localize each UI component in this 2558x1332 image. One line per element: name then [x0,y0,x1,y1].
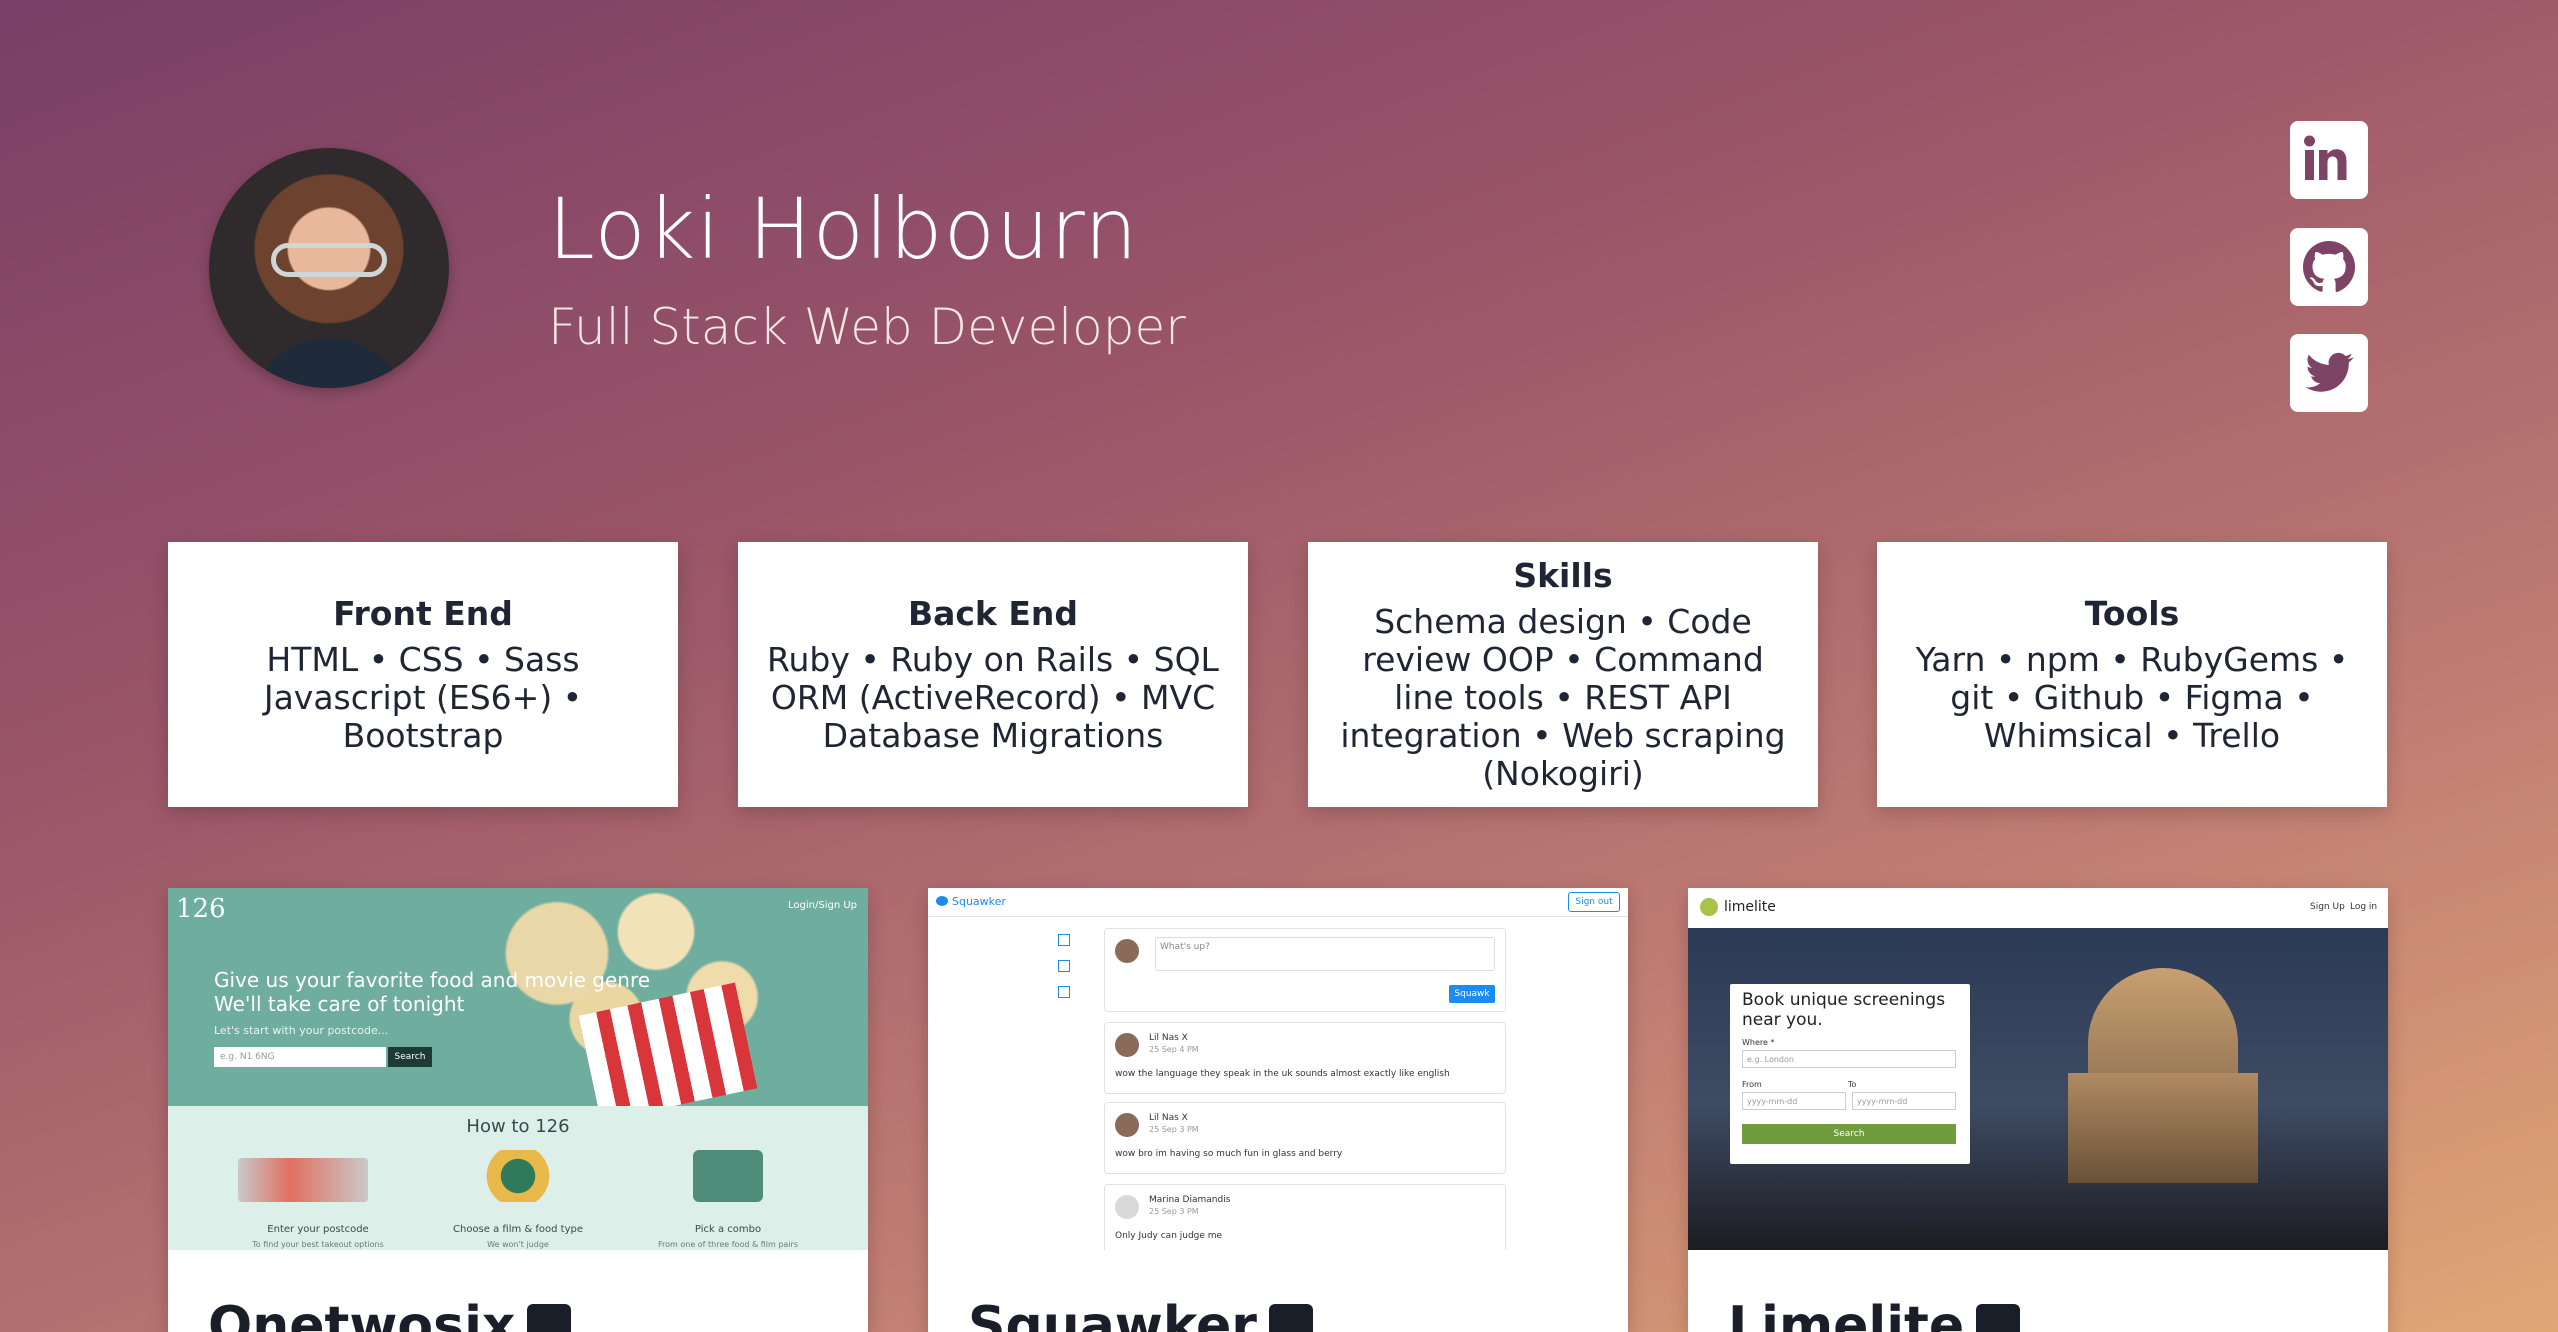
user-avatar [1115,939,1139,963]
post-card: Marina Diamandis 25 Sep 3 PM Only Judy c… [1104,1184,1506,1250]
squawk-button: Squawk [1449,985,1495,1003]
signout-button: Sign out [1568,892,1620,912]
github-link[interactable] [2290,228,2368,306]
linkedin-icon [2304,135,2347,180]
post-card: Lil Nas X 25 Sep 3 PM wow bro im having … [1104,1102,1506,1174]
compose-box: What's up? Squawk [1104,928,1506,1012]
post-text: Only Judy can judge me [1115,1231,1223,1241]
form-headline: Book unique screenings near you. [1742,990,1946,1030]
booking-form: Book unique screenings near you. Where *… [1730,984,1970,1164]
github-icon[interactable] [527,1304,572,1332]
github-icon[interactable] [1976,1304,2021,1332]
where-label: Where * [1742,1038,1775,1047]
project-title: Limelite [1728,1296,2021,1332]
profile-name: Loki Holbourn [548,180,1139,278]
step-3-sub: From one of three food & film pairs [657,1240,799,1249]
signup-link: Sign Up [2310,902,2345,912]
postcode-input: e.g. N1 6NG [214,1047,386,1067]
city-illustration [238,1158,368,1202]
film-food-illustration [468,1150,568,1202]
to-input: yyyy-mm-dd [1852,1092,1956,1110]
search-button: Search [1742,1124,1956,1144]
step-2-sub: We won't judge [487,1240,549,1249]
post-user: Lil Nas X [1149,1113,1188,1123]
login-link: Login/Sign Up [788,900,858,911]
project-title: Onetwosix [208,1296,572,1332]
card-title: Back End [907,594,1079,633]
cathedral-image [2068,1073,2258,1183]
post-date: 25 Sep 3 PM [1149,1207,1199,1216]
project-screenshot: limelite Sign Up Log in Book unique scre… [1688,888,2388,1250]
login-link: Log in [2350,902,2378,912]
card-body: Schema design • Code review OOP • Comman… [1340,602,1786,793]
headline-1: Give us your favorite food and movie gen… [214,968,651,992]
how-title: How to 126 [466,1116,570,1137]
from-label: From [1742,1080,1762,1089]
limelite-navbar [1688,888,2388,928]
project-card-squawker[interactable]: Squawker Sign out What's up? Squawk Lil … [928,888,1628,1332]
site-logo: 126 [176,894,226,924]
post-user: Marina Diamandis [1149,1195,1231,1205]
step-3: Pick a combo [694,1224,762,1235]
to-label: To [1848,1080,1857,1089]
post-avatar [1115,1195,1139,1219]
project-card-onetwosix[interactable]: 126 Login/Sign Up Give us your favorite … [168,888,868,1332]
combo-illustration [693,1150,763,1202]
linkedin-link[interactable] [2290,121,2368,199]
search-button: Search [388,1047,432,1067]
where-input: e.g. London [1742,1050,1956,1068]
card-title: Tools [2084,594,2180,633]
lime-logo-icon [1700,898,1718,916]
headline-2: We'll take care of tonight [214,992,465,1016]
step-1-sub: To find your best takeout options [252,1240,384,1249]
list-icon [1058,960,1070,972]
avatar-shirt [249,338,409,388]
profile-role: Full Stack Web Developer [548,298,1186,356]
brand-name: Squawker [952,895,1006,908]
post-avatar [1115,1033,1139,1057]
post-date: 25 Sep 3 PM [1149,1125,1199,1134]
twitter-icon [2305,352,2354,392]
profile-icon [1058,986,1070,998]
project-screenshot: Squawker Sign out What's up? Squawk Lil … [928,888,1628,1250]
project-title: Squawker [968,1296,1313,1332]
github-icon [2303,241,2355,293]
post-text: wow bro im having so much fun in glass a… [1115,1149,1343,1159]
profile-avatar [209,148,449,388]
project-name: Onetwosix [208,1296,516,1332]
from-input: yyyy-mm-dd [1742,1092,1846,1110]
card-tools: Tools Yarn • npm • RubyGems • git • Gith… [1877,542,2387,807]
card-back-end: Back End Ruby • Ruby on Rails • SQL ORM … [738,542,1248,807]
step-1: Enter your postcode [267,1224,369,1235]
card-body: Yarn • npm • RubyGems • git • Github • F… [1915,640,2349,755]
step-2: Choose a film & food type [453,1224,583,1235]
project-name: Squawker [968,1296,1257,1332]
post-card: Lil Nas X 25 Sep 4 PM wow the language t… [1104,1022,1506,1094]
brand-name: limelite [1724,899,1776,915]
card-title: Skills [1513,556,1613,595]
card-body: HTML • CSS • Sass Javascript (ES6+) • Bo… [263,640,583,755]
post-text: wow the language they speak in the uk so… [1115,1069,1450,1079]
sub-text: Let's start with your postcode... [214,1024,389,1037]
card-front-end: Front End HTML • CSS • Sass Javascript (… [168,542,678,807]
post-avatar [1115,1113,1139,1137]
project-card-limelite[interactable]: limelite Sign Up Log in Book unique scre… [1688,888,2388,1332]
bird-icon [936,896,948,906]
compose-input: What's up? [1155,937,1495,971]
project-screenshot: 126 Login/Sign Up Give us your favorite … [168,888,868,1250]
squawker-navbar [928,888,1628,917]
card-skills: Skills Schema design • Code review OOP •… [1308,542,1818,807]
avatar-glasses [271,243,387,277]
twitter-link[interactable] [2290,334,2368,412]
card-title: Front End [333,594,513,633]
post-user: Lil Nas X [1149,1033,1188,1043]
post-date: 25 Sep 4 PM [1149,1045,1199,1054]
github-icon[interactable] [1268,1304,1313,1332]
project-name: Limelite [1728,1296,1965,1332]
card-body: Ruby • Ruby on Rails • SQL ORM (ActiveRe… [767,640,1219,755]
home-icon [1058,934,1070,946]
